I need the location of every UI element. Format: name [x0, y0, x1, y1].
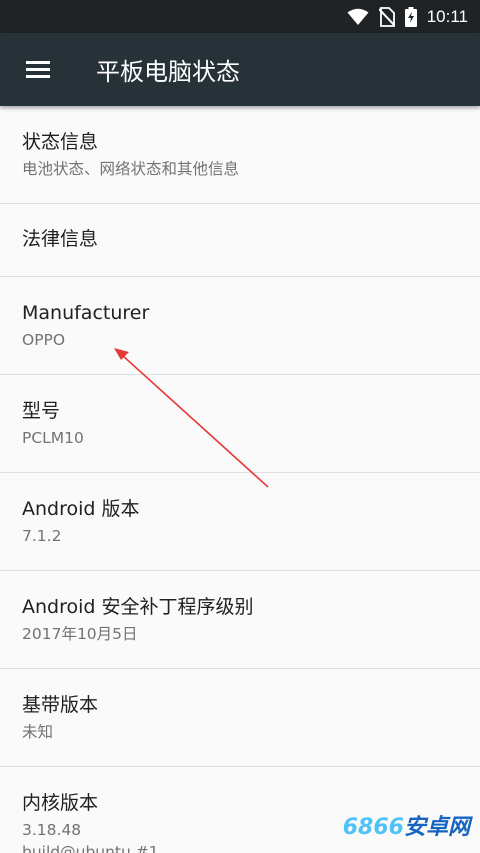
item-summary: 未知	[22, 723, 54, 741]
item-summary: 2017年10月5日	[22, 625, 138, 643]
item-title: Android 安全补丁程序级别	[22, 596, 254, 618]
hamburger-menu-icon	[26, 60, 50, 79]
item-summary: OPPO	[22, 331, 66, 349]
page-title: 平板电脑状态	[96, 58, 240, 86]
item-summary: 7.1.2	[22, 527, 62, 545]
list-item-status-info[interactable]: 状态信息 电池状态、网络状态和其他信息	[0, 106, 480, 204]
settings-list[interactable]: 状态信息 电池状态、网络状态和其他信息 法律信息 Manufacturer OP…	[0, 106, 480, 853]
list-item-manufacturer[interactable]: Manufacturer OPPO	[0, 277, 480, 375]
item-summary: PCLM10	[22, 429, 84, 447]
list-item-android-version[interactable]: Android 版本 7.1.2	[0, 473, 480, 571]
item-title: 型号	[22, 400, 61, 422]
item-title: 法律信息	[22, 228, 99, 250]
status-time: 10:11	[426, 6, 468, 26]
status-bar: 10:11	[0, 0, 480, 33]
no-sim-icon	[378, 6, 395, 27]
wifi-icon	[347, 8, 369, 26]
item-summary-line2: build@ubuntu #1	[22, 843, 159, 853]
watermark-digits: 6866	[342, 815, 404, 840]
watermark-logo: 6866安卓网	[343, 809, 470, 841]
watermark-text: 安卓网	[403, 815, 470, 840]
list-item-security-patch[interactable]: Android 安全补丁程序级别 2017年10月5日	[0, 571, 480, 669]
battery-charging-icon	[404, 6, 417, 27]
item-summary: 电池状态、网络状态和其他信息	[22, 160, 240, 178]
item-title: 状态信息	[22, 131, 99, 153]
list-item-legal-info[interactable]: 法律信息	[0, 204, 480, 277]
item-title: Android 版本	[22, 498, 140, 520]
list-item-model[interactable]: 型号 PCLM10	[0, 375, 480, 473]
item-title: 基带版本	[22, 694, 99, 716]
list-item-baseband-version[interactable]: 基带版本 未知	[0, 669, 480, 767]
app-toolbar: 平板电脑状态	[0, 33, 480, 106]
item-title: Manufacturer	[22, 302, 150, 324]
navigation-menu-button[interactable]	[0, 33, 76, 106]
